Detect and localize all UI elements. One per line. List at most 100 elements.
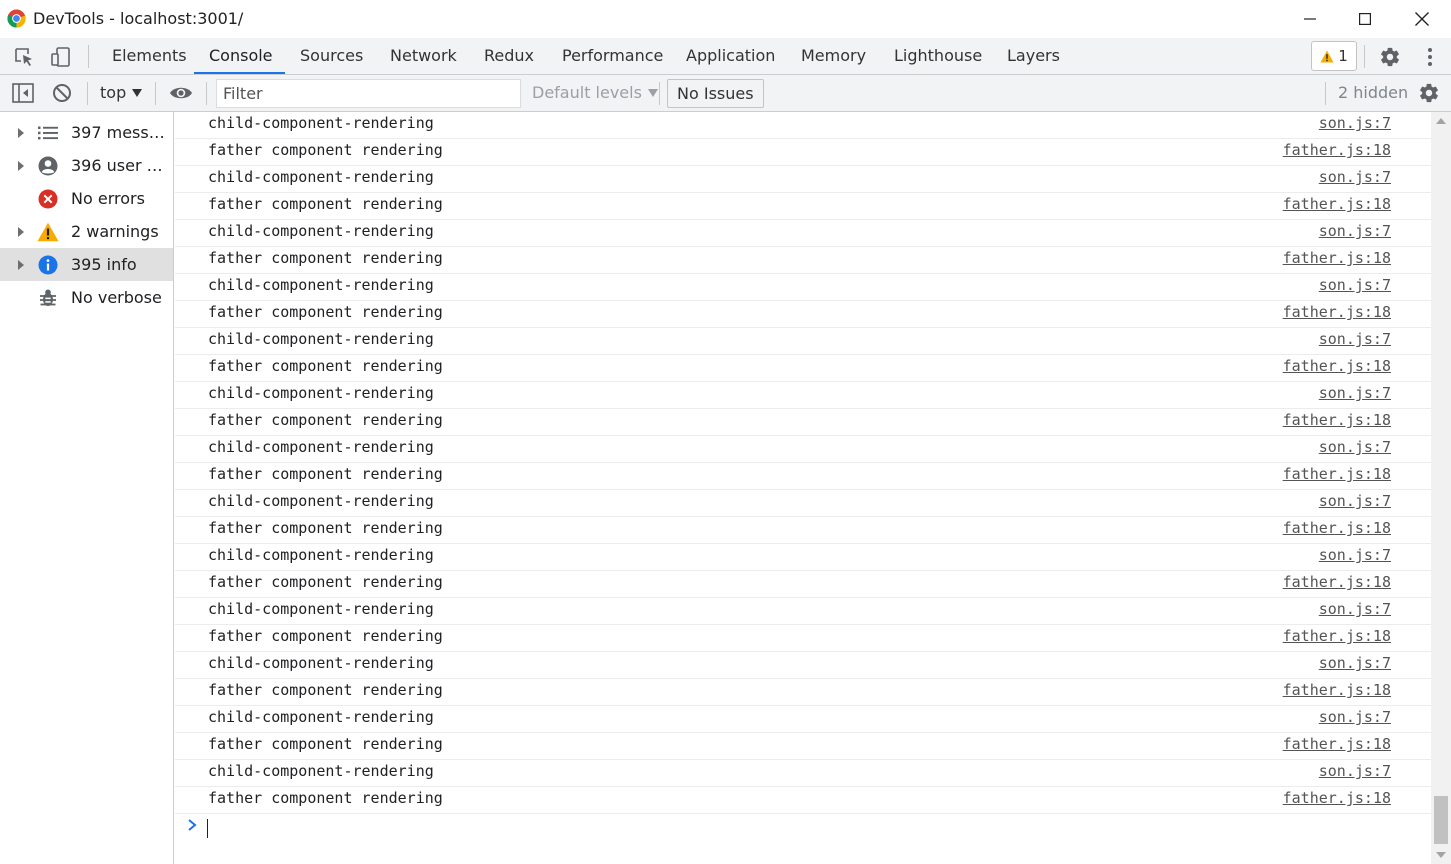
tab-layers[interactable]: Layers (1007, 38, 1060, 74)
close-window-button[interactable] (1393, 0, 1451, 38)
log-message: child-component-rendering (208, 438, 434, 456)
scroll-down-arrow-icon[interactable] (1436, 852, 1446, 858)
tab-console[interactable]: Console (209, 38, 273, 74)
source-link[interactable]: father.js:18 (1283, 463, 1391, 485)
log-message: child-component-rendering (208, 708, 434, 726)
device-toolbar-button[interactable] (48, 44, 74, 70)
eye-icon (170, 87, 192, 99)
info-icon (37, 254, 59, 276)
source-link[interactable]: father.js:18 (1283, 625, 1391, 647)
no-issues-button[interactable]: No Issues (667, 79, 764, 108)
source-link[interactable]: son.js:7 (1319, 760, 1391, 782)
show-sidebar-button[interactable] (10, 80, 36, 106)
sidebar-item-info[interactable]: 395 info (0, 248, 173, 281)
tab-memory[interactable]: Memory (801, 38, 866, 74)
console-message-row: child-component-rendering son.js:7 (175, 706, 1431, 733)
toolbar-divider (88, 45, 89, 68)
log-message: father component rendering (208, 789, 443, 807)
sidebar-item-errors[interactable]: No errors (0, 182, 173, 215)
toolbar-divider (1325, 82, 1326, 105)
sidebar-item-messages[interactable]: 397 messag… (0, 116, 173, 149)
title-bar: DevTools - localhost:3001/ (0, 0, 1451, 38)
source-link[interactable]: son.js:7 (1319, 544, 1391, 566)
console-message-row: father component rendering father.js:18 (175, 679, 1431, 706)
window-title: DevTools - localhost:3001/ (33, 9, 244, 28)
sidebar-item-label: 395 info (71, 255, 137, 274)
warning-icon (1320, 50, 1334, 62)
source-link[interactable]: son.js:7 (1319, 112, 1391, 134)
console-message-row: child-component-rendering son.js:7 (175, 652, 1431, 679)
tab-lighthouse[interactable]: Lighthouse (894, 38, 982, 74)
block-icon (53, 84, 71, 102)
expand-arrow-icon (18, 226, 24, 237)
chrome-logo-icon (7, 9, 26, 28)
source-link[interactable]: father.js:18 (1283, 517, 1391, 539)
sidebar-item-label: 396 user me… (71, 156, 173, 175)
sidebar-item-verbose[interactable]: No verbose (0, 281, 173, 314)
source-link[interactable]: son.js:7 (1319, 490, 1391, 512)
log-message: father component rendering (208, 735, 443, 753)
toolbar-divider (206, 82, 207, 105)
source-link[interactable]: father.js:18 (1283, 301, 1391, 323)
tab-elements[interactable]: Elements (112, 38, 187, 74)
minimize-button[interactable] (1281, 0, 1339, 38)
log-message: father component rendering (208, 195, 443, 213)
tab-sources[interactable]: Sources (300, 38, 363, 74)
sidebar-item-label: No verbose (71, 288, 162, 307)
source-link[interactable]: father.js:18 (1283, 571, 1391, 593)
minimize-icon (1304, 18, 1316, 20)
console-settings-button[interactable] (1416, 80, 1442, 106)
console-message-row: father component rendering father.js:18 (175, 355, 1431, 382)
log-message: child-component-rendering (208, 546, 434, 564)
console-input-caret[interactable] (207, 819, 208, 838)
console-message-row: child-component-rendering son.js:7 (175, 436, 1431, 463)
log-message: father component rendering (208, 519, 443, 537)
console-message-row: father component rendering father.js:18 (175, 463, 1431, 490)
source-link[interactable]: son.js:7 (1319, 706, 1391, 728)
clear-console-button[interactable] (49, 80, 75, 106)
sidebar-item-user-messages[interactable]: 396 user me… (0, 149, 173, 182)
more-options-button[interactable] (1417, 44, 1443, 70)
source-link[interactable]: son.js:7 (1319, 652, 1391, 674)
scroll-up-arrow-icon[interactable] (1436, 118, 1446, 124)
tab-network[interactable]: Network (390, 38, 457, 74)
issues-warning-badge[interactable]: 1 (1311, 41, 1357, 71)
scrollbar-thumb[interactable] (1434, 796, 1448, 844)
console-scrollbar[interactable] (1431, 112, 1451, 864)
source-link[interactable]: son.js:7 (1319, 220, 1391, 242)
sidebar-toggle-icon (12, 83, 34, 103)
filter-input[interactable] (216, 79, 521, 108)
close-icon (1415, 12, 1429, 26)
source-link[interactable]: son.js:7 (1319, 166, 1391, 188)
source-link[interactable]: father.js:18 (1283, 679, 1391, 701)
source-link[interactable]: son.js:7 (1319, 274, 1391, 296)
source-link[interactable]: father.js:18 (1283, 193, 1391, 215)
console-message-row: child-component-rendering son.js:7 (175, 760, 1431, 787)
console-message-row: child-component-rendering son.js:7 (175, 382, 1431, 409)
log-levels-dropdown[interactable]: Default levels (532, 83, 658, 102)
console-sidebar: 397 messag… 396 user me… No errors (0, 112, 174, 864)
source-link[interactable]: father.js:18 (1283, 247, 1391, 269)
gear-icon (1381, 47, 1399, 67)
execution-context-select[interactable]: top (100, 83, 143, 102)
maximize-button[interactable] (1336, 0, 1394, 38)
source-link[interactable]: father.js:18 (1283, 139, 1391, 161)
tab-performance[interactable]: Performance (562, 38, 663, 74)
source-link[interactable]: son.js:7 (1319, 382, 1391, 404)
tab-redux[interactable]: Redux (484, 38, 534, 74)
source-link[interactable]: son.js:7 (1319, 328, 1391, 350)
source-link[interactable]: son.js:7 (1319, 598, 1391, 620)
log-message: father component rendering (208, 465, 443, 483)
source-link[interactable]: father.js:18 (1283, 787, 1391, 809)
inspect-element-button[interactable] (11, 44, 37, 70)
source-link[interactable]: father.js:18 (1283, 355, 1391, 377)
sidebar-item-warnings[interactable]: 2 warnings (0, 215, 173, 248)
expand-arrow-icon (18, 259, 24, 270)
source-link[interactable]: father.js:18 (1283, 409, 1391, 431)
settings-button[interactable] (1377, 44, 1403, 70)
tab-application[interactable]: Application (686, 38, 775, 74)
live-expression-button[interactable] (168, 80, 194, 106)
source-link[interactable]: father.js:18 (1283, 733, 1391, 755)
source-link[interactable]: son.js:7 (1319, 436, 1391, 458)
dropdown-arrow-icon (647, 88, 658, 97)
